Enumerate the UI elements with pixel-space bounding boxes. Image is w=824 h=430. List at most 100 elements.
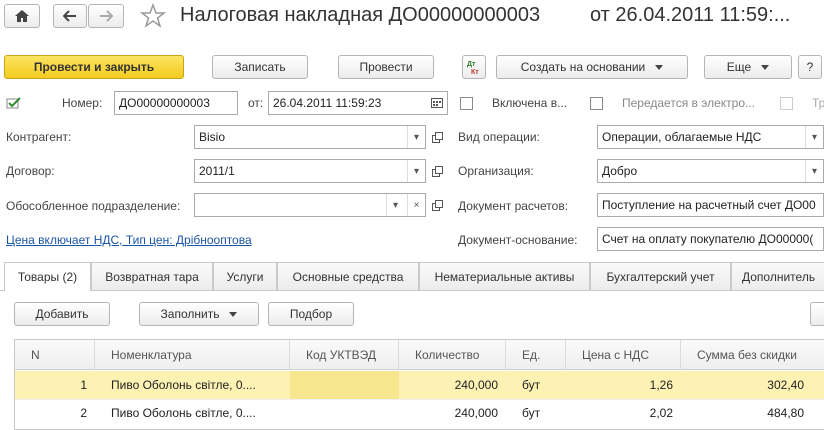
column-header-sum[interactable]: Сумма без скидки <box>681 340 824 370</box>
row-n: 2 <box>80 406 87 420</box>
svg-text:Кт: Кт <box>471 69 479 76</box>
dropdown-icon[interactable]: ▾ <box>407 160 425 182</box>
tab-strip-line <box>0 290 824 291</box>
more-label: Еще <box>726 60 752 74</box>
tab-fixed-assets[interactable]: Основные средства <box>277 262 419 290</box>
calendar-icon[interactable] <box>428 93 446 113</box>
dtkt-icon: Дт Кт <box>467 61 479 76</box>
counterparty-field[interactable]: Bisio <box>194 125 426 149</box>
column-header-n[interactable]: N <box>15 340 95 370</box>
counterparty-value: Bisio <box>199 130 226 144</box>
settlement-doc-value: Поступление на расчетный счет ДО00 <box>602 198 816 212</box>
home-icon <box>15 10 29 22</box>
row-sum: 484,80 <box>767 406 804 420</box>
tab-goods[interactable]: Товары (2) <box>4 262 91 291</box>
column-header-item[interactable]: Номенклатура <box>95 340 290 370</box>
organization-value: Добро <box>602 164 638 178</box>
forward-button[interactable] <box>88 4 124 28</box>
base-doc-field[interactable]: Счет на оплату покупателю ДО00000( <box>597 227 824 251</box>
chevron-down-icon <box>761 64 770 70</box>
operation-type-label: Вид операции: <box>458 130 540 144</box>
date-field[interactable]: 26.04.2011 11:59:23 <box>268 91 448 115</box>
page-title-date: от 26.04.2011 11:59:... <box>590 4 791 26</box>
create-based-on-label: Создать на основании <box>520 60 646 74</box>
price-settings-link[interactable]: Цена включает НДС, Тип цен: Дрібнооптова <box>6 233 252 247</box>
table-more-button[interactable] <box>810 302 824 326</box>
help-button[interactable]: ? <box>798 55 822 79</box>
cut-label: Тр <box>812 96 824 110</box>
settlement-doc-field[interactable]: Поступление на расчетный счет ДО00 <box>597 193 824 217</box>
page-title: Налоговая накладная ДО00000000003 <box>180 4 541 26</box>
column-header-price[interactable]: Цена с НДС <box>566 340 681 370</box>
open-link-icon[interactable] <box>428 194 446 216</box>
operation-type-value: Операции, облагаемые НДС <box>602 130 762 144</box>
row-price: 2,02 <box>649 406 673 420</box>
chevron-down-icon <box>229 311 238 317</box>
posted-status-icon <box>6 96 22 110</box>
contract-field[interactable]: 2011/1 <box>194 159 426 183</box>
home-button[interactable] <box>4 4 40 28</box>
fill-label: Заполнить <box>160 307 220 321</box>
open-link-icon[interactable] <box>428 160 446 182</box>
row-unit: бут <box>522 378 541 392</box>
row-sum: 302,40 <box>767 378 804 392</box>
transferred-checkbox[interactable] <box>590 97 603 110</box>
dropdown-icon[interactable]: ▾ <box>407 126 425 148</box>
dropdown-icon[interactable]: ▾ <box>805 126 823 148</box>
tab-returnable-containers[interactable]: Возвратная тара <box>91 262 213 290</box>
save-button[interactable]: Записать <box>212 55 308 79</box>
tab-intangible-assets[interactable]: Нематериальные активы <box>419 262 590 290</box>
fill-button[interactable]: Заполнить <box>139 302 259 326</box>
date-value: 26.04.2011 11:59:23 <box>273 96 382 110</box>
more-button[interactable]: Еще <box>704 55 792 79</box>
dropdown-icon[interactable]: ▾ <box>386 194 404 216</box>
row-qty: 240,000 <box>454 406 498 420</box>
chevron-down-icon <box>655 64 664 70</box>
row-code <box>290 371 399 399</box>
row-code <box>290 399 399 427</box>
row-n: 1 <box>80 378 87 392</box>
subdivision-label: Обособленное подразделение: <box>6 199 181 213</box>
transferred-label: Передается в электро... <box>622 96 756 110</box>
column-header-qty[interactable]: Количество <box>399 340 506 370</box>
number-field[interactable]: ДО00000000003 <box>114 91 238 115</box>
included-label: Включена в... <box>492 96 568 110</box>
cut-checkbox <box>780 97 793 110</box>
post-button[interactable]: Провести <box>338 55 434 79</box>
row-item: Пиво Оболонь світле, 0.... <box>111 406 256 420</box>
favorite-star-icon[interactable] <box>139 2 167 29</box>
column-header-code[interactable]: Код УКТВЭД <box>290 340 399 370</box>
arrow-left-icon <box>63 10 76 22</box>
organization-field[interactable]: Добро <box>597 159 824 183</box>
row-price: 1,26 <box>649 378 673 392</box>
arrow-right-icon <box>100 10 113 22</box>
svg-text:Дт: Дт <box>467 61 476 68</box>
included-checkbox[interactable] <box>460 97 473 110</box>
open-link-icon[interactable] <box>428 126 446 148</box>
post-and-close-button[interactable]: Провести и закрыть <box>4 55 184 79</box>
dropdown-icon[interactable]: ▾ <box>805 160 823 182</box>
column-header-unit[interactable]: Ед. <box>506 340 566 370</box>
settlement-doc-label: Документ расчетов: <box>458 199 569 213</box>
row-unit: бут <box>522 406 541 420</box>
tab-additional[interactable]: Дополнитель <box>731 262 824 290</box>
tab-services[interactable]: Услуги <box>213 262 277 290</box>
operation-type-field[interactable]: Операции, облагаемые НДС <box>597 125 824 149</box>
clear-icon[interactable]: × <box>407 194 425 216</box>
row-qty: 240,000 <box>454 378 498 392</box>
add-row-button[interactable]: Добавить <box>14 302 110 326</box>
contract-label: Договор: <box>6 164 55 178</box>
number-label: Номер: <box>62 96 103 110</box>
contract-value: 2011/1 <box>199 164 235 178</box>
selection-button[interactable]: Подбор <box>268 302 354 326</box>
base-doc-label: Документ-основание: <box>458 233 578 247</box>
tab-accounting[interactable]: Бухгалтерский учет <box>590 262 731 290</box>
dtkt-report-button[interactable]: Дт Кт <box>462 55 486 79</box>
create-based-on-button[interactable]: Создать на основании <box>496 55 688 79</box>
base-doc-value: Счет на оплату покупателю ДО00000( <box>602 232 814 246</box>
organization-label: Организация: <box>458 164 534 178</box>
counterparty-label: Контрагент: <box>6 130 72 144</box>
row-item: Пиво Оболонь світле, 0.... <box>111 378 256 392</box>
back-button[interactable] <box>53 4 87 28</box>
date-label: от: <box>248 96 264 110</box>
